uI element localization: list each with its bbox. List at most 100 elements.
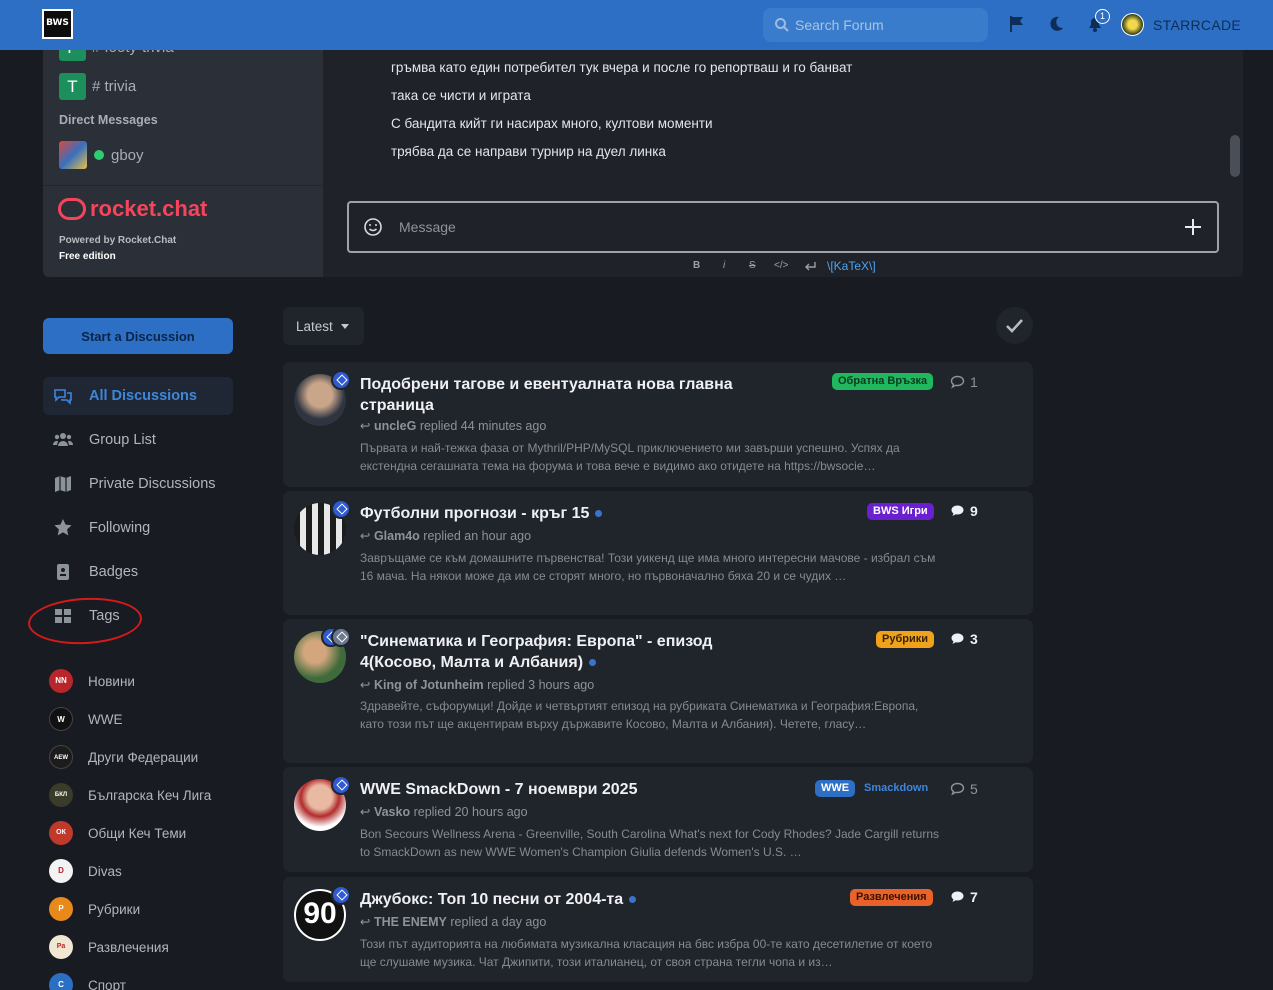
topic-user[interactable]: Vasko — [374, 805, 410, 819]
channel-avatar: T — [59, 73, 86, 100]
users-icon — [53, 433, 73, 446]
topic-row[interactable]: 90 Джубокс: Топ 10 песни от 2004-та ↩ TH… — [283, 877, 1033, 982]
sort-label: Latest — [296, 318, 333, 334]
dm-item-gboy[interactable]: gboy — [59, 141, 144, 169]
topic-user[interactable]: uncleG — [374, 419, 416, 433]
tag-entertainment[interactable]: Развлечения — [850, 889, 933, 906]
topic-title[interactable]: WWE SmackDown - 7 ноември 2025 — [360, 779, 740, 800]
topic-user[interactable]: THE ENEMY — [374, 915, 447, 929]
topic-title-wrap[interactable]: Футболни прогнози - кръг 15 — [360, 503, 740, 524]
topic-meta: ↩ King of Jotunheim replied 3 hours ago — [360, 678, 595, 692]
search-box[interactable] — [763, 8, 988, 42]
category-other-federations[interactable]: AEW Други Федерации — [49, 745, 198, 769]
topic-time: replied 20 hours ago — [413, 805, 528, 819]
nav-group-list[interactable]: Group List — [43, 421, 233, 459]
topic-meta: ↩ Vasko replied 20 hours ago — [360, 805, 528, 819]
reply-count-value: 5 — [970, 781, 978, 797]
category-divas[interactable]: D Divas — [49, 859, 122, 883]
nav-all-discussions[interactable]: All Discussions — [43, 377, 233, 415]
reply-count: 5 — [950, 781, 978, 797]
plus-icon[interactable] — [1183, 217, 1203, 237]
strike-button[interactable]: S — [749, 260, 756, 274]
tag-rubriki[interactable]: Рубрики — [876, 631, 934, 648]
comment-outline-icon — [950, 782, 965, 796]
chat-bubble-icon — [58, 198, 86, 220]
topic-title[interactable]: "Синематика и География: Европа" - епизо… — [360, 633, 712, 671]
return-icon[interactable] — [803, 260, 816, 272]
reply-count-value: 1 — [970, 374, 978, 390]
code-button[interactable]: </> — [774, 260, 788, 274]
notification-badge: 1 — [1095, 9, 1110, 24]
reply-count: 3 — [950, 631, 978, 647]
tag-feedback[interactable]: Обратна Връзка — [832, 373, 934, 390]
moon-icon[interactable] — [1046, 14, 1066, 34]
category-avatar: Р — [49, 897, 73, 921]
emoji-icon[interactable] — [363, 217, 383, 237]
sort-dropdown[interactable]: Latest — [283, 307, 364, 345]
category-novini[interactable]: NN Новини — [49, 669, 135, 693]
topic-title[interactable]: Подобрени тагове и евентуалната нова гла… — [360, 374, 740, 416]
topic-meta: ↩ THE ENEMY replied a day ago — [360, 915, 547, 929]
rocket-chat-logo[interactable]: rocket.chat — [58, 196, 207, 222]
nav-badges[interactable]: Badges — [43, 553, 233, 591]
check-icon — [1006, 319, 1023, 333]
channel-trivia[interactable]: T # trivia — [59, 73, 136, 100]
topic-time: replied 3 hours ago — [487, 678, 595, 692]
category-label: Българска Кеч Лига — [88, 787, 212, 803]
topic-title-wrap[interactable]: Джубокс: Топ 10 песни от 2004-та — [360, 889, 740, 910]
category-label: Общи Кеч Теми — [88, 825, 187, 841]
tag-smackdown[interactable]: Smackdown — [858, 780, 934, 797]
topic-title[interactable]: Футболни прогнози - кръг 15 — [360, 505, 589, 522]
category-sport[interactable]: С Спорт — [49, 973, 126, 990]
tag-bws-games[interactable]: BWS Игри — [867, 503, 934, 520]
reply-count-value: 9 — [970, 503, 978, 519]
rocket-chat-footer: rocket.chat Powered by Rocket.Chat Free … — [43, 185, 323, 277]
nav-private-discussions[interactable]: Private Discussions — [43, 465, 233, 503]
bold-button[interactable]: B — [693, 260, 700, 274]
tag-wwe[interactable]: WWE — [815, 780, 856, 797]
topic-row[interactable]: "Синематика и География: Европа" - епизо… — [283, 619, 1033, 763]
category-bulgarian-league[interactable]: БКЛ Българска Кеч Лига — [49, 783, 211, 807]
mark-all-read-button[interactable] — [996, 307, 1033, 344]
category-avatar: ОК — [49, 821, 73, 845]
topic-row[interactable]: Футболни прогнози - кръг 15 ↩ Glam4o rep… — [283, 491, 1033, 615]
category-wwe[interactable]: W WWE — [49, 707, 123, 731]
category-general-wrestling[interactable]: ОК Общи Кеч Теми — [49, 821, 186, 845]
site-logo[interactable]: BWS — [42, 9, 73, 39]
category-label: Развлечения — [88, 939, 169, 955]
topic-excerpt: Този път аудиторията на любимата музикал… — [360, 937, 933, 969]
nav-label: Following — [89, 520, 151, 536]
search-input[interactable] — [795, 8, 980, 42]
brand-name: rocket.chat — [90, 196, 208, 221]
topic-time: replied 44 minutes ago — [419, 419, 547, 433]
message-input[interactable] — [399, 203, 1159, 251]
category-label: Новини — [88, 673, 135, 689]
nav-following[interactable]: Following — [43, 509, 233, 547]
comment-outline-icon — [950, 375, 965, 389]
category-entertainment[interactable]: Ра Развлечения — [49, 935, 169, 959]
start-discussion-button[interactable]: Start a Discussion — [43, 318, 233, 354]
chat-scrollbar[interactable] — [1230, 135, 1240, 177]
topic-row[interactable]: Подобрени тагове и евентуалната нова гла… — [283, 362, 1033, 487]
user-avatar[interactable] — [1121, 13, 1144, 36]
star-icon — [54, 519, 72, 536]
chat-message: трябва да се направи турнир на дуел линк… — [391, 144, 666, 159]
katex-link[interactable]: \[KaTeX\] — [827, 259, 876, 273]
chat-sidebar: F # footy-trivia T # trivia Direct Messa… — [43, 40, 323, 185]
topic-user[interactable]: King of Jotunheim — [374, 678, 484, 692]
flag-icon[interactable] — [1007, 14, 1027, 34]
category-rubriki[interactable]: Р Рубрики — [49, 897, 140, 921]
topic-title-wrap[interactable]: "Синематика и География: Европа" - епизо… — [360, 631, 750, 673]
topic-user[interactable]: Glam4o — [374, 529, 420, 543]
reply-count: 9 — [950, 503, 978, 519]
username[interactable]: STARRCADE — [1153, 17, 1241, 33]
category-label: Спорт — [88, 977, 126, 990]
category-avatar: Ра — [49, 935, 73, 959]
italic-button[interactable]: i — [723, 260, 725, 274]
topic-row[interactable]: WWE SmackDown - 7 ноември 2025 ↩ Vasko r… — [283, 767, 1033, 872]
comments-icon — [54, 389, 72, 405]
chat-message: гръмва като един потребител тук вчера и … — [391, 60, 853, 75]
category-label: WWE — [88, 711, 123, 727]
topic-title[interactable]: Джубокс: Топ 10 песни от 2004-та — [360, 891, 623, 908]
category-avatar: NN — [49, 669, 73, 693]
